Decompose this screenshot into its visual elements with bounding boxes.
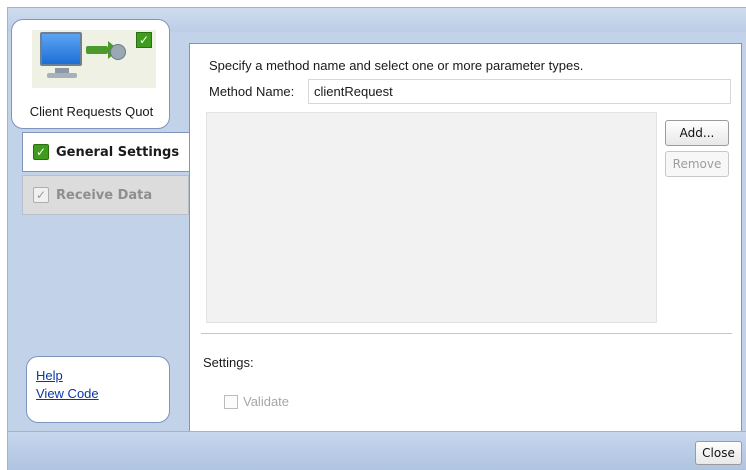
parameter-types-list[interactable] <box>206 112 657 323</box>
tab-label: Receive Data <box>56 187 153 203</box>
validate-label: Validate <box>243 394 290 409</box>
bottom-bar: Close <box>8 431 746 470</box>
add-button[interactable]: Add... <box>665 120 729 146</box>
instruction-text: Specify a method name and select one or … <box>209 58 584 73</box>
validate-checkbox[interactable] <box>224 394 238 409</box>
method-name-input[interactable] <box>308 79 731 104</box>
tab-general-settings[interactable]: ✓ General Settings <box>22 132 189 172</box>
endpoint-dot-icon <box>110 44 126 60</box>
help-link[interactable]: Help <box>36 367 169 385</box>
tab-label: General Settings <box>56 144 180 160</box>
task-label: Client Requests Quot <box>29 104 154 119</box>
task-illustration: ✓ <box>32 30 156 88</box>
links-card: Help View Code <box>26 356 170 423</box>
tab-check-icon: ✓ <box>33 144 49 160</box>
monitor-base <box>47 73 77 78</box>
task-card[interactable]: ✓ Client Requests Quot <box>11 19 170 129</box>
view-code-link[interactable]: View Code <box>36 385 169 403</box>
monitor-icon <box>40 32 82 66</box>
dialog-frame: ✓ Client Requests Quot ✓ General Setting… <box>7 7 746 470</box>
validate-option[interactable]: Validate <box>224 394 289 409</box>
tab-check-icon: ✓ <box>33 187 49 203</box>
close-button[interactable]: Close <box>695 441 742 465</box>
check-icon: ✓ <box>136 32 152 48</box>
settings-label: Settings: <box>203 355 254 370</box>
remove-button[interactable]: Remove <box>665 151 729 177</box>
divider <box>201 333 732 334</box>
method-name-label: Method Name: <box>209 84 295 99</box>
general-settings-panel: Specify a method name and select one or … <box>189 43 742 432</box>
tab-receive-data[interactable]: ✓ Receive Data <box>22 175 189 215</box>
